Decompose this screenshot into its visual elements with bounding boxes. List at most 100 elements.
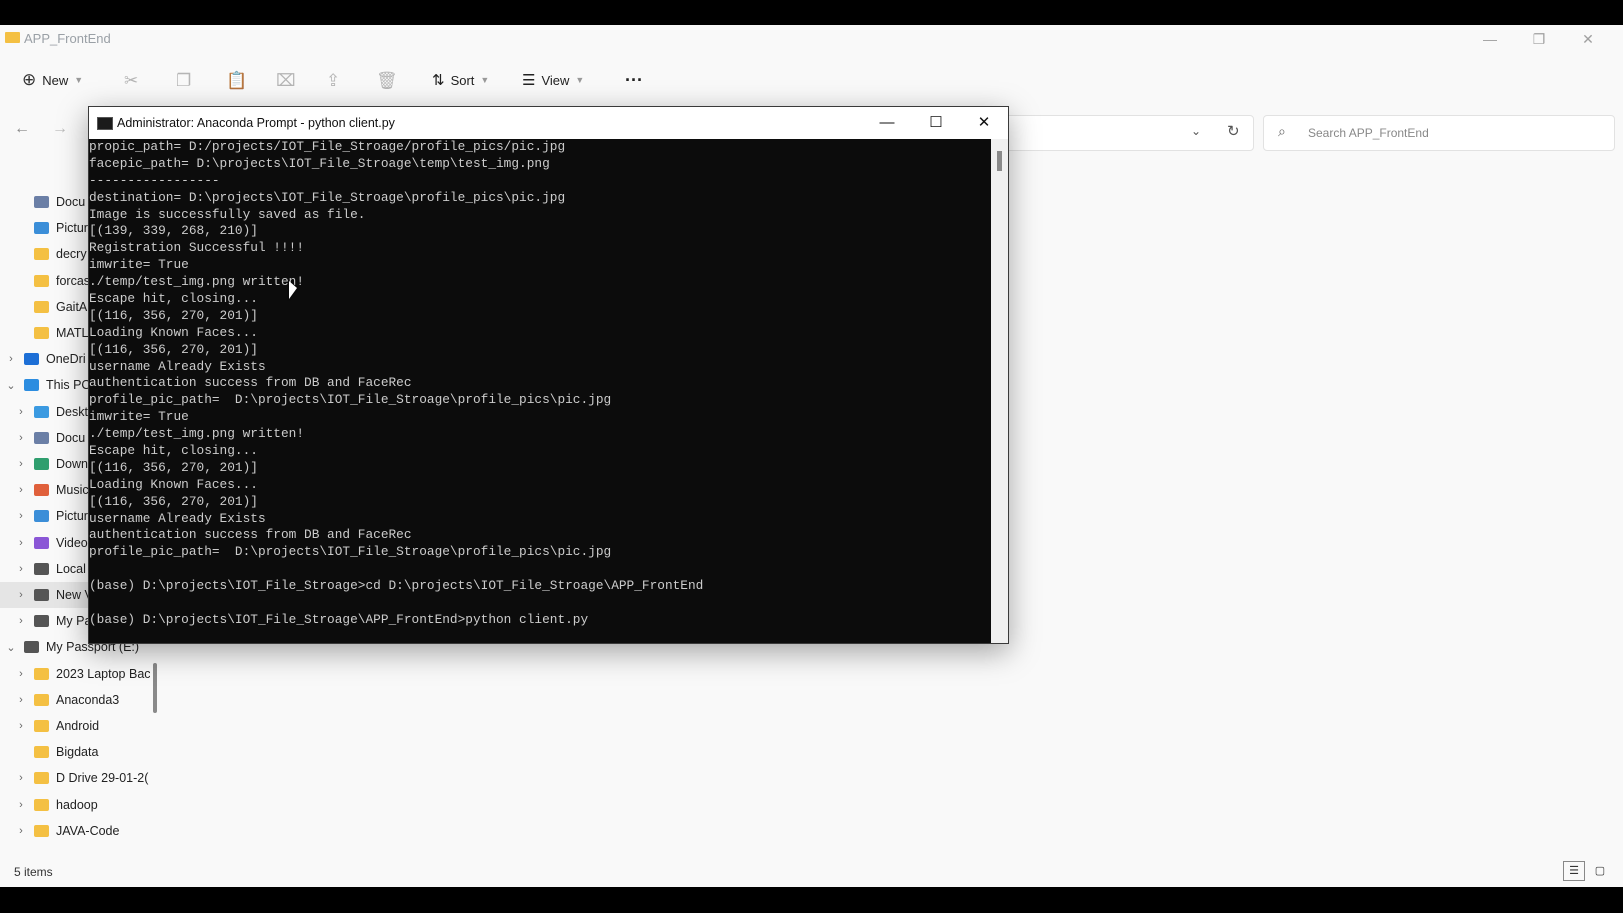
sidebar-item[interactable]: › Anaconda3 (0, 687, 150, 713)
sidebar-item-label: This PC (46, 378, 91, 393)
minimize-icon[interactable]: — (872, 113, 902, 133)
chevron-icon[interactable]: › (14, 720, 28, 732)
rename-icon[interactable]: ⌧ (276, 71, 296, 91)
chevron-icon[interactable]: ⌄ (4, 379, 18, 392)
chevron-icon[interactable]: › (14, 406, 28, 418)
terminal-line: ./temp/test_img.png written! (89, 274, 305, 290)
sidebar-item-label: My Pa (56, 614, 92, 629)
tiles-view-icon[interactable]: ▢ (1589, 861, 1611, 881)
terminal-window[interactable]: Administrator: Anaconda Prompt - python … (88, 106, 1009, 644)
terminal-line: Escape hit, closing... (89, 443, 258, 459)
delete-icon[interactable]: 🗑 (376, 71, 398, 91)
sidebar-item-label: Deskt (56, 404, 88, 419)
sidebar-item[interactable]: › D Drive 29-01-2( (0, 765, 150, 791)
sidebar-item-label: JAVA-Code (56, 823, 120, 838)
chevron-icon[interactable]: › (14, 458, 28, 470)
terminal-output[interactable]: propic_path= D:/projects/IOT_File_Stroag… (89, 139, 991, 643)
terminal-line: ./temp/test_img.png written! (89, 426, 305, 442)
view-toggle: ☰ ▢ (1563, 861, 1611, 881)
sidebar-item-label: Android (56, 719, 100, 733)
folder-icon (34, 720, 49, 732)
terminal-line: destination= D:\projects\IOT_File_Stroag… (89, 189, 566, 205)
view-button[interactable]: ☰ View ▼ (522, 63, 584, 97)
chevron-icon[interactable]: › (14, 668, 28, 680)
chevron-icon[interactable]: › (14, 510, 28, 522)
sidebar-scrollbar[interactable] (153, 663, 157, 713)
video-icon (34, 536, 49, 549)
sort-label: Sort (450, 72, 475, 88)
folder-icon (34, 300, 49, 313)
terminal-line: ----------------- (89, 172, 220, 188)
sidebar-item-label: 2023 Laptop Bac (56, 666, 150, 681)
music-icon (34, 484, 49, 497)
chevron-down-icon[interactable]: ⌄ (1191, 124, 1201, 138)
explorer-title: APP_FrontEnd (24, 31, 111, 46)
scroll-thumb[interactable] (997, 151, 1002, 171)
chevron-icon[interactable]: › (14, 772, 28, 784)
sidebar-item[interactable]: › 2023 Laptop Bac (0, 661, 150, 687)
chevron-icon[interactable]: ⌄ (4, 641, 18, 654)
sort-button[interactable]: ⇅ Sort ▼ (432, 63, 489, 97)
restore-icon[interactable]: ❐ (1524, 29, 1554, 49)
sidebar-item-label: D Drive 29-01-2( (56, 771, 149, 786)
terminal-line: [(116, 356, 270, 201)] (89, 307, 258, 323)
terminal-line: propic_path= D:/projects/IOT_File_Stroag… (89, 139, 566, 154)
sidebar-item[interactable]: Bigdata (0, 739, 150, 765)
terminal-line: Escape hit, closing... (89, 291, 258, 307)
terminal-line: imwrite= True (89, 257, 189, 273)
more-options-icon[interactable]: ··· (625, 63, 643, 97)
address-bar[interactable]: ⌄ ↻ (1000, 115, 1254, 151)
maximize-icon[interactable]: ☐ (921, 113, 951, 133)
share-icon[interactable]: ⇪ (326, 71, 340, 91)
chevron-icon[interactable]: › (14, 799, 28, 811)
copy-icon[interactable]: ❐ (176, 71, 191, 91)
minimize-icon[interactable]: — (1475, 29, 1505, 49)
chevron-icon[interactable]: › (14, 563, 28, 575)
folder-icon (34, 274, 49, 287)
sidebar-item-label: Local (56, 561, 86, 576)
chevron-icon[interactable]: › (14, 484, 28, 496)
chevron-icon[interactable]: › (4, 353, 18, 365)
download-icon (34, 458, 49, 470)
cut-icon[interactable]: ✂ (124, 71, 138, 91)
chevron-icon[interactable]: › (14, 825, 28, 837)
folder-icon (5, 32, 20, 43)
close-icon[interactable]: ✕ (1573, 29, 1603, 49)
sidebar-item-label: Bigdata (56, 745, 99, 760)
chevron-icon[interactable]: › (14, 432, 28, 444)
terminal-line: Loading Known Faces... (89, 476, 258, 492)
chevron-icon[interactable]: › (14, 694, 28, 706)
terminal-line: profile_pic_path= D:\projects\IOT_File_S… (89, 544, 612, 560)
sidebar-item-label: Pictur (56, 221, 88, 236)
sidebar-item[interactable]: › Android (0, 713, 150, 739)
chevron-icon[interactable]: › (14, 615, 28, 627)
paste-icon[interactable]: 📋 (226, 71, 247, 91)
terminal-line: imwrite= True (89, 409, 189, 425)
sidebar-item[interactable]: › JAVA-Code (0, 818, 150, 844)
chevron-icon[interactable]: › (14, 537, 28, 549)
forward-arrow-icon[interactable]: → (52, 120, 68, 138)
sort-icon: ⇅ (432, 72, 445, 89)
refresh-icon[interactable]: ↻ (1227, 122, 1240, 140)
sidebar-item[interactable]: › hadoop (0, 792, 150, 818)
new-button[interactable]: ⊕ New ▼ (22, 63, 83, 97)
terminal-line: profile_pic_path= D:\projects\IOT_File_S… (89, 392, 612, 408)
chevron-icon[interactable]: › (14, 589, 28, 601)
terminal-icon (97, 117, 113, 130)
terminal-titlebar: Administrator: Anaconda Prompt - python … (89, 107, 1008, 139)
terminal-line: Image is successfully saved as file. (89, 206, 366, 222)
back-arrow-icon[interactable]: ← (14, 120, 30, 138)
details-view-icon[interactable]: ☰ (1563, 861, 1585, 881)
terminal-title: Administrator: Anaconda Prompt - python … (117, 116, 395, 130)
plus-circle-icon: ⊕ (22, 70, 37, 89)
drive-icon (34, 562, 49, 575)
folder-icon (34, 798, 49, 811)
close-icon[interactable]: ✕ (969, 113, 999, 133)
terminal-line: [(116, 356, 270, 201)] (89, 493, 258, 509)
search-input[interactable]: ⌕ Search APP_FrontEnd (1263, 115, 1615, 151)
sidebar-item-label: Docu (56, 430, 86, 445)
search-icon: ⌕ (1278, 123, 1286, 139)
terminal-scrollbar[interactable] (991, 139, 1008, 643)
